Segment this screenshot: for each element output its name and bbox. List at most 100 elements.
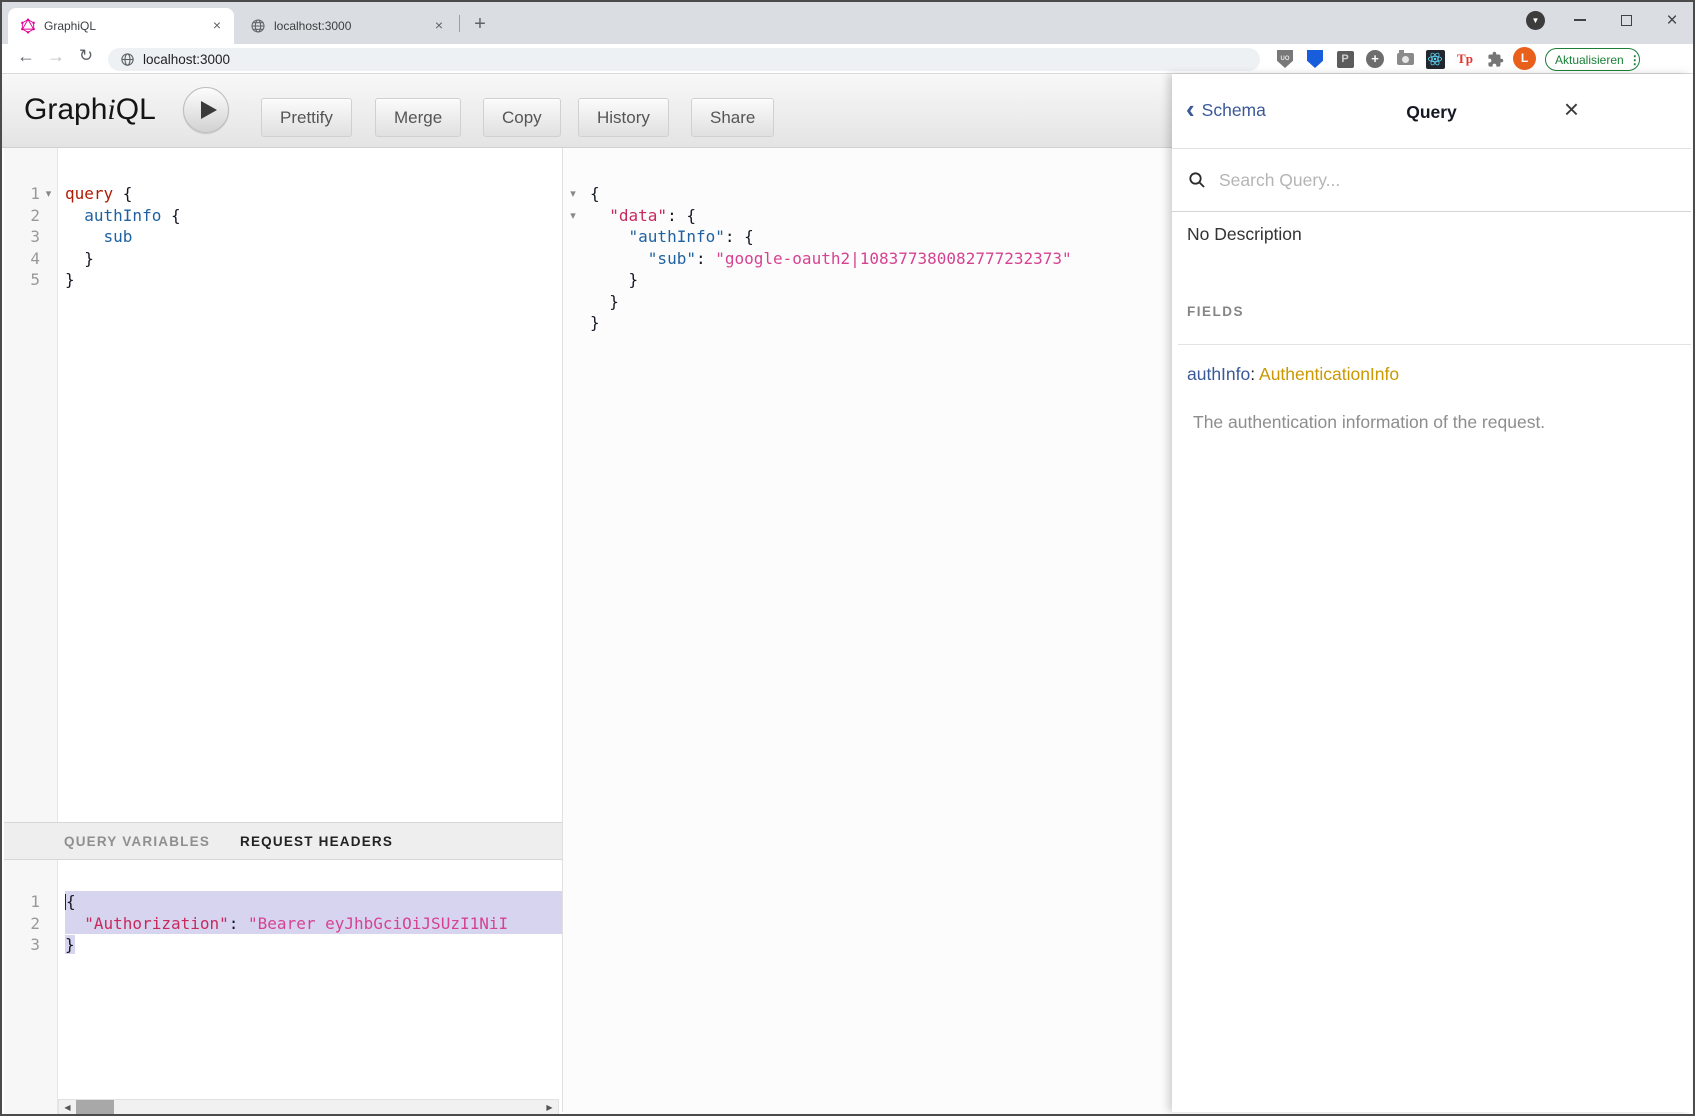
response-pane: ▾▾ { "data": { "authInfo": { "sub": "goo…	[563, 148, 1172, 1114]
doc-search-input[interactable]	[1219, 170, 1599, 191]
tab-graphiql[interactable]: GraphiQL ×	[8, 8, 234, 44]
tab-title: localhost:3000	[274, 19, 430, 33]
camera-icon	[1397, 53, 1414, 65]
react-atom-icon	[1426, 50, 1445, 69]
horizontal-scrollbar[interactable]: ◀ ▶	[58, 1099, 559, 1116]
back-icon[interactable]: ←	[14, 46, 38, 67]
address-bar[interactable]	[108, 48, 1260, 71]
doc-close-icon[interactable]: ×	[1564, 96, 1579, 122]
window-close-button[interactable]: ×	[1661, 9, 1683, 31]
doc-divider	[1178, 344, 1691, 345]
fold-toggle-icon[interactable]: ▾	[563, 183, 583, 205]
merge-button[interactable]: Merge	[375, 98, 461, 137]
code-line: "Authorization": "Bearer eyJhbGciOiJSUzI…	[65, 913, 562, 935]
download-indicator-icon[interactable]: ▼	[1526, 11, 1545, 30]
search-icon	[1188, 171, 1206, 189]
shield-icon	[1307, 50, 1323, 68]
code-line: }	[65, 269, 562, 291]
doc-no-description: No Description	[1187, 224, 1302, 245]
line-number: 2	[4, 913, 57, 935]
maximize-button[interactable]	[1615, 9, 1637, 31]
minimize-button[interactable]	[1569, 9, 1591, 31]
move-tool-extension-icon[interactable]: +	[1364, 48, 1386, 70]
kebab-menu-icon[interactable]: ⋮	[1629, 53, 1641, 67]
close-icon[interactable]: ×	[430, 17, 448, 35]
react-devtools-extension-icon[interactable]	[1424, 48, 1446, 70]
chrome-update-button[interactable]: Aktualisieren ⋮	[1545, 48, 1640, 71]
variable-editor-titlebar: QUERY VARIABLES REQUEST HEADERS	[4, 822, 562, 860]
fold-toggle-icon[interactable]: ▾	[40, 183, 57, 205]
doc-search-row	[1172, 149, 1691, 212]
code-line: "sub": "google-oauth2|108377380082777232…	[590, 248, 1172, 270]
line-number	[563, 312, 583, 334]
fold-toggle-icon	[40, 226, 57, 248]
p-extension-icon[interactable]: P	[1334, 48, 1356, 70]
response-code: { "data": { "authInfo": { "sub": "google…	[583, 148, 1172, 1114]
copy-button[interactable]: Copy	[483, 98, 561, 137]
line-number: 5	[4, 269, 57, 291]
globe-icon	[250, 18, 266, 34]
tab-request-headers[interactable]: REQUEST HEADERS	[240, 834, 393, 849]
request-headers-editor-pane[interactable]: 123 { "Authorization": "Bearer eyJhbGciO…	[4, 860, 562, 1114]
code-line: }	[590, 312, 1172, 334]
fold-toggle-icon	[563, 226, 583, 248]
url-input[interactable]	[143, 52, 1043, 67]
forward-icon[interactable]: →	[44, 46, 68, 67]
play-icon	[201, 101, 217, 119]
query-code[interactable]: query { authInfo { sub }}	[58, 148, 562, 822]
bitwarden-extension-icon[interactable]	[1304, 48, 1326, 70]
browser-window: GraphiQL × localhost:3000 × + ▼ × ← → ↻	[0, 0, 1695, 1116]
fold-toggle-icon	[40, 913, 57, 935]
code-line: }	[65, 934, 562, 956]
crosshair-icon: +	[1366, 50, 1384, 68]
scroll-right-icon[interactable]: ▶	[541, 1100, 558, 1115]
type-name-link[interactable]: AuthenticationInfo	[1259, 364, 1399, 384]
execute-button[interactable]	[183, 87, 229, 133]
code-line: query {	[65, 183, 562, 205]
scrollbar-thumb[interactable]	[76, 1100, 114, 1115]
tab-strip: GraphiQL × localhost:3000 × + ▼ ×	[2, 2, 1693, 44]
tp-extension-icon[interactable]: Tp	[1454, 48, 1476, 70]
line-number	[563, 269, 583, 291]
reload-icon[interactable]: ↻	[74, 46, 98, 66]
fold-toggle-icon	[40, 269, 57, 291]
code-line: {	[590, 183, 1172, 205]
field-name-link[interactable]: authInfo	[1187, 364, 1250, 384]
doc-explorer-header: ‹ Schema Query ×	[1172, 74, 1691, 149]
line-number: 2	[4, 205, 57, 227]
fold-toggle-icon	[563, 312, 583, 334]
profile-avatar[interactable]: L	[1513, 47, 1536, 70]
tab-localhost[interactable]: localhost:3000 ×	[238, 8, 456, 44]
history-button[interactable]: History	[578, 98, 669, 137]
line-number-gutter: 123	[4, 860, 58, 1114]
fold-toggle-icon	[40, 205, 57, 227]
code-line: authInfo {	[65, 205, 562, 227]
fold-toggle-icon[interactable]: ▾	[563, 205, 583, 227]
line-number: 3	[4, 934, 57, 956]
browser-toolbar: ← → ↻ UO P +	[2, 44, 1693, 74]
tab-query-variables[interactable]: QUERY VARIABLES	[64, 834, 210, 849]
prettify-button[interactable]: Prettify	[261, 98, 352, 137]
line-number: 3	[4, 226, 57, 248]
screenshot-extension-icon[interactable]	[1394, 48, 1416, 70]
tab-title: GraphiQL	[44, 19, 208, 33]
line-number: 1▾	[4, 183, 57, 205]
close-icon[interactable]: ×	[208, 17, 226, 35]
ublock-extension-icon[interactable]: UO	[1274, 48, 1296, 70]
fold-toggle-icon	[40, 891, 57, 913]
fold-toggle-icon	[40, 248, 57, 270]
fold-toggle-icon	[563, 248, 583, 270]
shield-icon: UO	[1277, 50, 1293, 68]
share-button[interactable]: Share	[691, 98, 774, 137]
tab-divider	[459, 15, 460, 32]
headers-code[interactable]: { "Authorization": "Bearer eyJhbGciOiJSU…	[58, 860, 562, 1114]
fold-toggle-icon	[563, 291, 583, 313]
new-tab-button[interactable]: +	[466, 11, 494, 39]
fold-toggle-icon	[40, 934, 57, 956]
scroll-left-icon[interactable]: ◀	[59, 1100, 76, 1115]
query-editor-pane[interactable]: 1▾2345 query { authInfo { sub }}	[4, 148, 562, 822]
line-number	[563, 226, 583, 248]
line-number: ▾	[563, 205, 583, 227]
fold-gutter: ▾▾	[563, 148, 583, 1114]
extensions-puzzle-icon[interactable]	[1484, 48, 1506, 70]
